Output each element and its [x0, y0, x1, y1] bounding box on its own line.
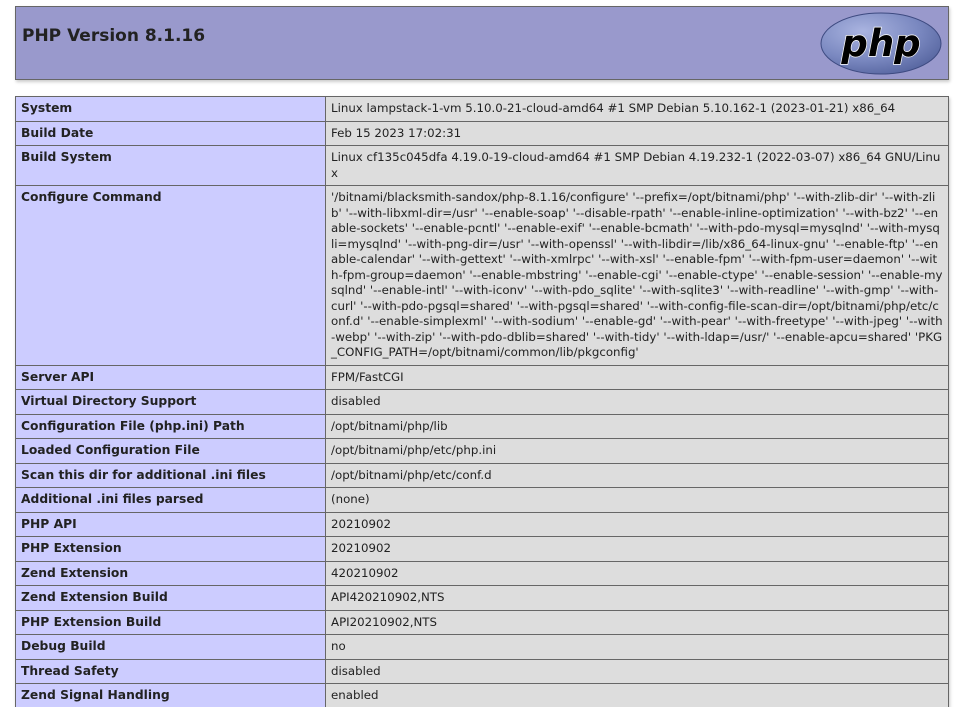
table-row: Thread Safety disabled — [15, 658, 949, 684]
row-label: Build System — [15, 145, 326, 186]
row-value: Linux lampstack-1-vm 5.10.0-21-cloud-amd… — [325, 96, 949, 122]
row-label: PHP Extension Build — [15, 609, 326, 635]
table-row: Virtual Directory Support disabled — [15, 389, 949, 415]
row-label: Scan this dir for additional .ini files — [15, 462, 326, 488]
table-row: PHP API 20210902 — [15, 511, 949, 537]
table-row: Build Date Feb 15 2023 17:02:31 — [15, 120, 949, 146]
row-value: disabled — [325, 658, 949, 684]
php-logo-icon[interactable]: php — [820, 12, 942, 75]
row-value: /opt/bitnami/php/etc/php.ini — [325, 438, 949, 464]
row-value: no — [325, 634, 949, 660]
table-row: Additional .ini files parsed (none) — [15, 487, 949, 513]
php-logo-text: php — [840, 22, 920, 65]
row-value: Feb 15 2023 17:02:31 — [325, 120, 949, 146]
row-label: PHP API — [15, 511, 326, 537]
row-value: 20210902 — [325, 536, 949, 562]
row-value: FPM/FastCGI — [325, 364, 949, 390]
row-label: Configure Command — [15, 185, 326, 366]
row-label: Debug Build — [15, 634, 326, 660]
table-row: Zend Extension Build API420210902,NTS — [15, 585, 949, 611]
row-label: Additional .ini files parsed — [15, 487, 326, 513]
row-value: '/bitnami/blacksmith-sandox/php-8.1.16/c… — [325, 185, 949, 366]
row-value: 420210902 — [325, 560, 949, 586]
table-row: Build System Linux cf135c045dfa 4.19.0-19… — [15, 145, 949, 186]
row-value: Linux cf135c045dfa 4.19.0-19-cloud-amd64… — [325, 145, 949, 186]
row-label: Loaded Configuration File — [15, 438, 326, 464]
row-label: Virtual Directory Support — [15, 389, 326, 415]
row-label: Configuration File (php.ini) Path — [15, 413, 326, 439]
table-row: PHP Extension 20210902 — [15, 536, 949, 562]
php-info-rows: System Linux lampstack-1-vm 5.10.0-21-clo… — [15, 96, 949, 707]
row-label: Zend Extension Build — [15, 585, 326, 611]
row-value: 20210902 — [325, 511, 949, 537]
table-row: Configure Command '/bitnami/blacksmith-sa… — [15, 185, 949, 366]
table-row: Debug Build no — [15, 634, 949, 660]
table-row: Scan this dir for additional .ini files /… — [15, 462, 949, 488]
row-label: Zend Signal Handling — [15, 683, 326, 707]
row-value: API420210902,NTS — [325, 585, 949, 611]
page-title: PHP Version 8.1.16 — [22, 26, 206, 46]
table-row: Configuration File (php.ini) Path/opt/bi… — [15, 413, 949, 439]
row-value: API20210902,NTS — [325, 609, 949, 635]
row-value: /opt/bitnami/php/etc/conf.d — [325, 462, 949, 488]
table-row: PHP Extension Build API20210902,NTS — [15, 609, 949, 635]
row-value: (none) — [325, 487, 949, 513]
table-row: Loaded Configuration File/opt/bitnami/ph… — [15, 438, 949, 464]
row-label: Build Date — [15, 120, 326, 146]
row-value: disabled — [325, 389, 949, 415]
table-row: System Linux lampstack-1-vm 5.10.0-21-clo… — [15, 96, 949, 122]
row-label: PHP Extension — [15, 536, 326, 562]
header-bar: PHP Version 8.1.16 php — [15, 6, 949, 80]
row-label: Zend Extension — [15, 560, 326, 586]
table-row: Zend Signal Handling enabled — [15, 683, 949, 707]
row-label: System — [15, 96, 326, 122]
row-label: Server API — [15, 364, 326, 390]
php-info-table: System Linux lampstack-1-vm 5.10.0-21-clo… — [15, 96, 949, 707]
table-row: Zend Extension 420210902 — [15, 560, 949, 586]
phpinfo-page: PHP Version 8.1.16 php System Linux lamps… — [0, 0, 965, 707]
row-value: enabled — [325, 683, 949, 707]
table-row: Server API FPM/FastCGI — [15, 364, 949, 390]
row-value: /opt/bitnami/php/lib — [325, 413, 949, 439]
row-label: Thread Safety — [15, 658, 326, 684]
